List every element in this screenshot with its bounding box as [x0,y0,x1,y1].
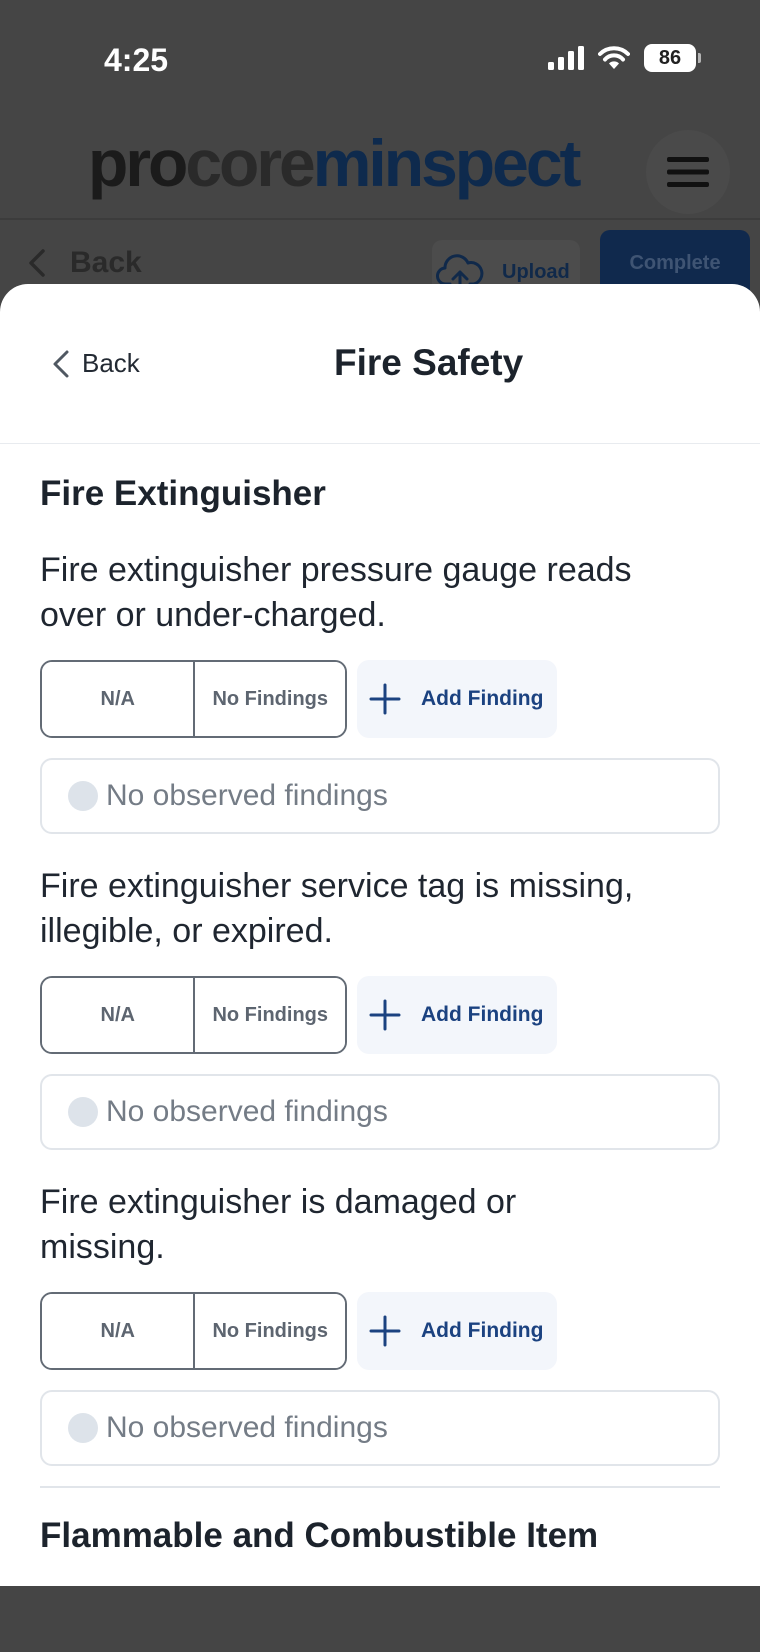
response-toggle: N/A No Findings [40,660,347,738]
plus-icon [369,683,401,715]
fire-safety-sheet: Back Fire Safety Fire Extinguisher Fire … [0,284,760,1586]
status-dot-icon [68,1413,98,1443]
chevron-left-icon [53,350,69,377]
findings-status-text: No observed findings [106,779,388,812]
add-finding-button[interactable]: Add Finding [357,976,557,1054]
chevron-left-icon [29,249,45,277]
status-icons: 86 [548,44,701,72]
section-divider [40,1486,720,1488]
findings-status: No observed findings [40,1074,720,1150]
response-toggle: N/A No Findings [40,1292,347,1370]
na-button[interactable]: N/A [42,662,194,736]
status-dot-icon [68,1097,98,1127]
sheet-back-label: Back [82,348,140,378]
app-logo: procoreminspect [88,126,581,200]
na-button[interactable]: N/A [42,1294,194,1368]
section-heading-flammable-items: Flammable and Combustible Item [40,1516,599,1555]
bottom-overlay [0,1586,760,1652]
hamburger-menu-icon [667,157,709,187]
menu-button[interactable] [646,130,730,214]
app-header: procoreminspect [0,120,760,220]
sheet-back-button[interactable]: Back [52,348,140,379]
status-time: 4:25 [104,42,169,78]
sheet-title: Fire Safety [334,342,524,383]
background-back-label: Back [70,246,142,279]
findings-status: No observed findings [40,758,720,834]
add-finding-button[interactable]: Add Finding [357,1292,557,1370]
question-text: Fire extinguisher is damaged or missing. [40,1183,517,1266]
na-button[interactable]: N/A [42,978,194,1052]
sub-bar: Back Upload Complete [0,220,760,304]
no-findings-button[interactable]: No Findings [193,662,345,736]
sheet-header: Back Fire Safety [0,284,760,444]
findings-status-text: No observed findings [106,1095,388,1128]
upload-label: Upload [502,260,570,283]
battery-icon: 86 [644,44,701,72]
wifi-icon [598,46,630,69]
status-bar: 4:25 86 [0,0,760,120]
findings-status-text: No observed findings [106,1411,388,1444]
no-findings-button[interactable]: No Findings [193,1294,345,1368]
question-text: Fire extinguisher service tag is missing… [40,867,634,950]
plus-icon [369,1315,401,1347]
response-toggle: N/A No Findings [40,976,347,1054]
no-findings-button[interactable]: No Findings [193,978,345,1052]
add-finding-label: Add Finding [421,1003,544,1026]
question-text: Fire extinguisher pressure gauge reads o… [40,551,632,634]
add-finding-button[interactable]: Add Finding [357,660,557,738]
plus-icon [369,999,401,1031]
section-heading-fire-extinguisher: Fire Extinguisher [40,474,326,513]
findings-status: No observed findings [40,1390,720,1466]
status-dot-icon [68,781,98,811]
background-back-button[interactable]: Back [28,246,142,280]
add-finding-label: Add Finding [421,687,544,710]
add-finding-label: Add Finding [421,1319,544,1342]
signal-icon [548,46,584,70]
